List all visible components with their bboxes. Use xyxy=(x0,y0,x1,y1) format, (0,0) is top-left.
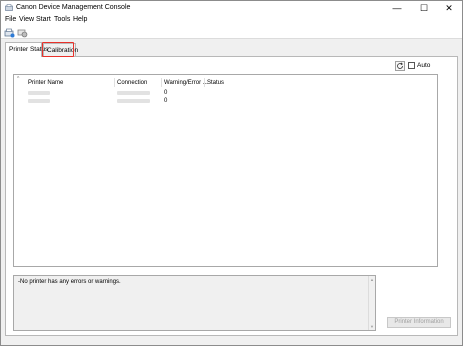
warning-count: 0 xyxy=(164,90,168,96)
column-divider xyxy=(114,78,115,87)
printer-settings-icon[interactable] xyxy=(17,27,28,38)
window-title: Canon Device Management Console xyxy=(16,4,131,11)
message-scrollbar[interactable]: ▲ ▼ xyxy=(368,276,375,330)
status-message: -No printer has any errors or warnings. xyxy=(18,279,121,285)
menu-tools[interactable]: Tools xyxy=(54,16,70,23)
scroll-down-icon[interactable]: ▼ xyxy=(370,324,374,329)
menu-help[interactable]: Help xyxy=(73,16,87,23)
printer-name-redacted xyxy=(28,99,50,103)
app-window: Canon Device Management Console — ☐ ✕ Fi… xyxy=(0,0,463,346)
connection-redacted xyxy=(117,91,150,95)
sort-ascending-icon: ^ xyxy=(17,76,20,82)
printer-status-panel: Auto ^ Printer Name Connection Warning/E… xyxy=(5,56,458,336)
calibration-tab-highlight xyxy=(42,42,74,57)
warning-count: 0 xyxy=(164,98,168,104)
menu-file[interactable]: File xyxy=(5,16,16,23)
minimize-button[interactable]: — xyxy=(384,1,410,15)
tab-printer-status[interactable]: Printer Status xyxy=(5,42,48,57)
printer-name-redacted xyxy=(28,91,50,95)
menu-start[interactable]: Start xyxy=(36,16,51,23)
auto-label: Auto xyxy=(417,62,431,69)
menu-view[interactable]: View xyxy=(19,16,34,23)
canon-app-icon xyxy=(5,4,13,12)
column-header-status[interactable]: Status xyxy=(207,80,224,86)
add-printer-icon[interactable] xyxy=(4,27,15,38)
maximize-button[interactable]: ☐ xyxy=(411,1,437,15)
column-header-connection[interactable]: Connection xyxy=(117,80,147,86)
printer-list[interactable]: ^ Printer Name Connection Warning/Error … xyxy=(13,74,438,267)
scroll-up-icon[interactable]: ▲ xyxy=(370,277,374,282)
refresh-button[interactable] xyxy=(395,61,405,71)
auto-checkbox[interactable] xyxy=(408,62,415,69)
column-header-printer-name[interactable]: Printer Name xyxy=(28,80,63,86)
column-header-warning-error[interactable]: Warning/Error ... xyxy=(164,80,208,86)
close-button[interactable]: ✕ xyxy=(436,1,462,15)
column-divider xyxy=(161,78,162,87)
toolbar xyxy=(1,26,462,39)
title-bar: Canon Device Management Console — ☐ ✕ xyxy=(1,1,462,15)
message-box: -No printer has any errors or warnings. … xyxy=(13,275,376,331)
column-divider xyxy=(204,78,205,87)
connection-redacted xyxy=(117,99,150,103)
refresh-icon xyxy=(397,62,403,69)
printer-information-button[interactable]: Printer Information xyxy=(387,317,451,328)
menu-bar: File View Start Tools Help xyxy=(1,15,462,26)
